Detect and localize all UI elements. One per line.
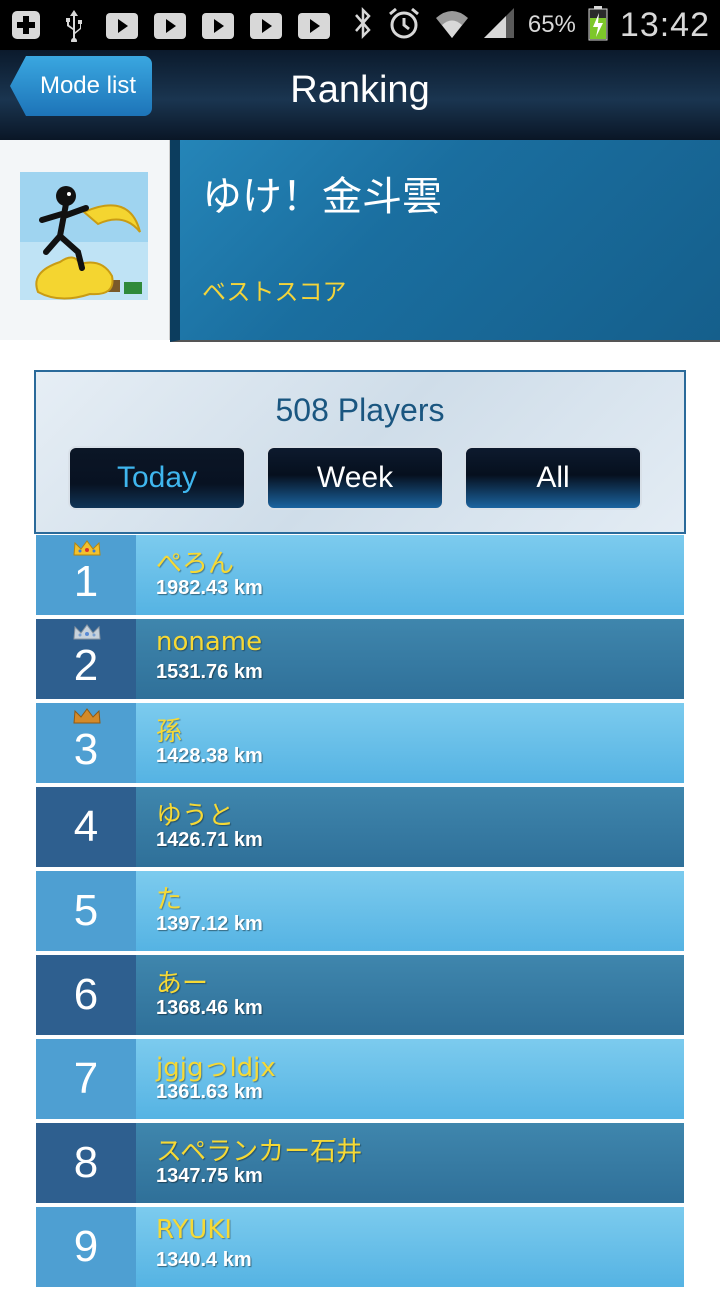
notification-icons [8, 6, 332, 44]
rank-number: 2 [73, 641, 99, 690]
player-info: RYUKI 1340.4 km [136, 1207, 684, 1287]
signal-icon [482, 6, 516, 44]
player-name: ゆうと [156, 801, 235, 831]
player-score: 1347.75 km [156, 1165, 263, 1187]
player-score: 1426.71 km [156, 829, 263, 851]
bluetooth-icon [352, 6, 374, 44]
rank-cell: 7 [36, 1039, 136, 1119]
ranking-list[interactable]: 1 ぺろん 1982.43 km 2 noname 1531.76 km 3 孫… [36, 535, 684, 1291]
silver-crown-icon [73, 624, 101, 640]
rank-number: 4 [73, 802, 99, 851]
tab-all[interactable]: All [464, 446, 642, 510]
game-info-panel: ゆけ！金斗雲 ベストスコア [170, 140, 720, 342]
player-score: 1428.38 km [156, 745, 263, 767]
rank-cell: 4 [36, 787, 136, 867]
player-name: RYUKI [156, 1215, 233, 1245]
system-icons: 65% 13:42 [352, 0, 710, 50]
gold-crown-icon [73, 540, 101, 556]
battery-percentage: 65% [527, 11, 576, 38]
rank-number: 3 [73, 725, 99, 774]
player-info: ゆうと 1426.71 km [136, 787, 684, 867]
rank-cell: 3 [36, 703, 136, 783]
rank-number: 6 [73, 970, 99, 1019]
rank-cell: 1 [36, 535, 136, 615]
rank-cell: 9 [36, 1207, 136, 1287]
player-info: スペランカー石井 1347.75 km [136, 1123, 684, 1203]
bronze-crown-icon [73, 708, 101, 724]
player-info: jgjgっldjx 1361.63 km [136, 1039, 684, 1119]
tab-week[interactable]: Week [266, 446, 444, 510]
player-score: 1340.4 km [156, 1249, 252, 1271]
ranking-row[interactable]: 2 noname 1531.76 km [36, 619, 684, 699]
player-name: noname [156, 627, 263, 657]
tab-today[interactable]: Today [68, 446, 246, 510]
rank-cell: 2 [36, 619, 136, 699]
player-score: 1982.43 km [156, 577, 263, 599]
game-title: ゆけ！金斗雲 [202, 174, 442, 220]
ranking-row[interactable]: 7 jgjgっldjx 1361.63 km [36, 1039, 684, 1119]
ranking-row[interactable]: 5 た 1397.12 km [36, 871, 684, 951]
play-icon [200, 8, 236, 42]
play-icon [104, 8, 140, 42]
player-name: た [156, 885, 183, 915]
ranking-row[interactable]: 8 スペランカー石井 1347.75 km [36, 1123, 684, 1203]
player-name: ぺろん [156, 549, 235, 579]
ranking-row[interactable]: 6 あー 1368.46 km [36, 955, 684, 1035]
players-count: 508 Players [275, 392, 445, 428]
wifi-icon [434, 6, 470, 44]
rank-number: 5 [73, 886, 99, 935]
battery-icon [588, 5, 608, 45]
player-score: 1368.46 km [156, 997, 263, 1019]
game-subtitle: ベストスコア [202, 278, 347, 306]
rank-cell: 8 [36, 1123, 136, 1203]
player-info: た 1397.12 km [136, 871, 684, 951]
player-info: ぺろん 1982.43 km [136, 535, 684, 615]
ranking-row[interactable]: 4 ゆうと 1426.71 km [36, 787, 684, 867]
rank-number: 1 [73, 557, 99, 606]
player-info: 孫 1428.38 km [136, 703, 684, 783]
player-score: 1397.12 km [156, 913, 263, 935]
play-icon [248, 8, 284, 42]
clock: 13:42 [619, 5, 710, 44]
rank-number: 7 [73, 1054, 99, 1103]
ranking-filter-panel: 508 Players Today Week All [34, 370, 686, 534]
game-thumbnail-frame [0, 140, 170, 340]
player-name: スペランカー石井 [156, 1137, 363, 1167]
ranking-row[interactable]: 3 孫 1428.38 km [36, 703, 684, 783]
game-thumbnail-image [20, 172, 148, 300]
rank-cell: 6 [36, 955, 136, 1035]
player-score: 1361.63 km [156, 1081, 263, 1103]
ranking-row[interactable]: 9 RYUKI 1340.4 km [36, 1207, 684, 1287]
ranking-row[interactable]: 1 ぺろん 1982.43 km [36, 535, 684, 615]
mode-list-back-button[interactable]: Mode list [10, 56, 152, 116]
usb-icon [56, 8, 92, 42]
app-header: Ranking Mode list [0, 50, 720, 140]
player-name: jgjgっldjx [156, 1053, 276, 1083]
rank-number: 8 [73, 1138, 99, 1187]
add-icon [8, 8, 44, 42]
status-bar: 65% 13:42 [0, 0, 720, 50]
play-icon [296, 8, 332, 42]
player-score: 1531.76 km [156, 661, 263, 683]
alarm-icon [386, 5, 422, 45]
rank-cell: 5 [36, 871, 136, 951]
player-info: noname 1531.76 km [136, 619, 684, 699]
rank-number: 9 [73, 1222, 99, 1271]
player-name: 孫 [156, 717, 183, 747]
play-icon [152, 8, 188, 42]
game-info-banner: ゆけ！金斗雲 ベストスコア [0, 140, 720, 342]
player-info: あー 1368.46 km [136, 955, 684, 1035]
player-name: あー [156, 969, 209, 999]
